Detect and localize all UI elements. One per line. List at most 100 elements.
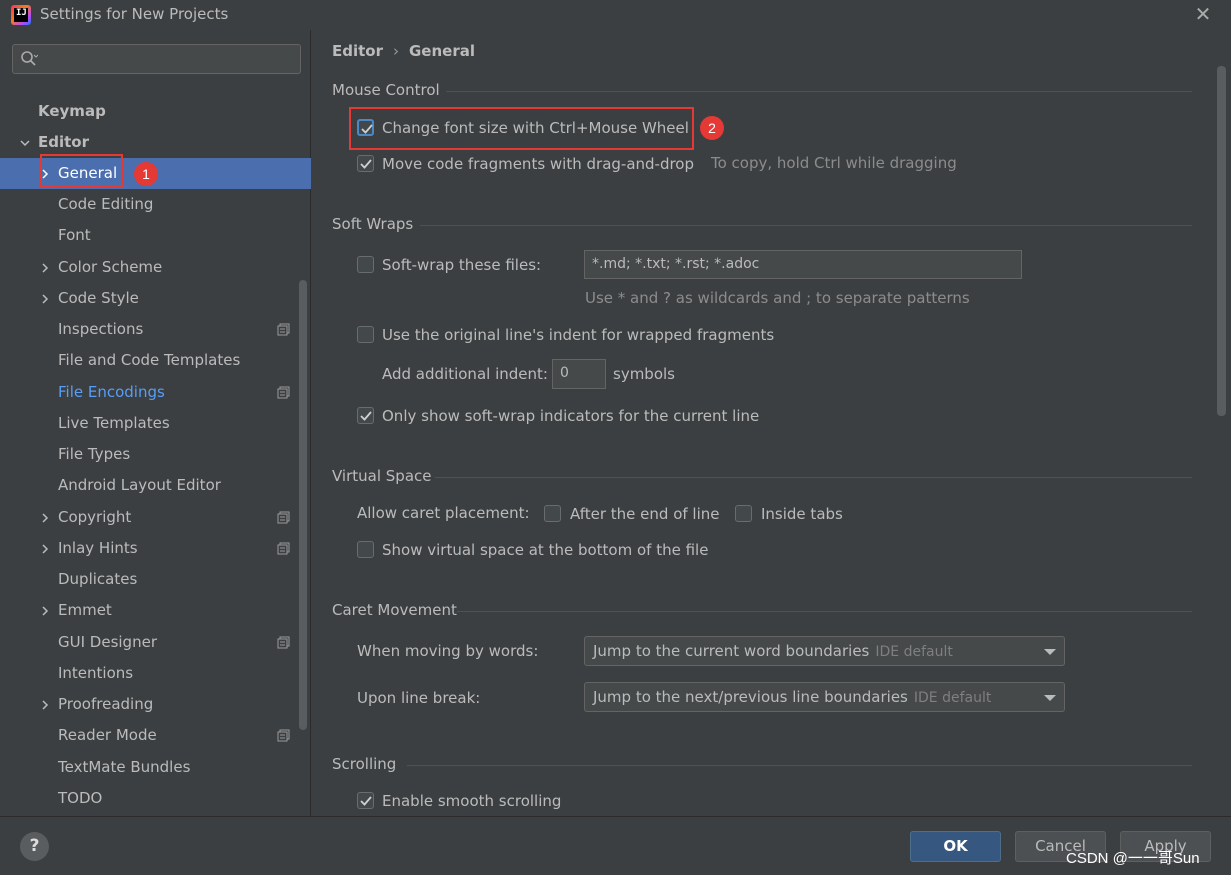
sidebar-item-inspections[interactable]: Inspections [0, 314, 311, 345]
move-code-fragments-checkbox[interactable] [357, 155, 374, 172]
chevron-right-icon[interactable] [39, 605, 51, 617]
inside-tabs-option[interactable]: Inside tabs [735, 502, 855, 526]
additional-indent-label: Add additional indent: [382, 365, 548, 383]
only-show-indicators-option[interactable]: Only show soft-wrap indicators for the c… [357, 404, 760, 428]
only-show-indicators-checkbox[interactable] [357, 407, 374, 424]
ok-button[interactable]: OK [910, 831, 1001, 862]
after-end-of-line-option[interactable]: After the end of line [544, 502, 724, 526]
sidebar-item-label: TextMate Bundles [58, 758, 191, 776]
inside-tabs-checkbox[interactable] [735, 505, 752, 522]
sidebar-item-gui-designer[interactable]: GUI Designer [0, 627, 311, 658]
chevron-right-icon[interactable] [39, 699, 51, 711]
move-code-fragments-option[interactable]: Move code fragments with drag-and-drop [357, 152, 697, 176]
project-scope-icon [277, 511, 290, 524]
caret-placement-label: Allow caret placement: [357, 504, 530, 522]
sidebar-item-label: Live Templates [58, 414, 170, 432]
csdn-watermark: CSDN @一一哥Sun [1066, 850, 1200, 867]
sidebar-item-inlay-hints[interactable]: Inlay Hints [0, 533, 311, 564]
section-divider [446, 91, 1192, 92]
sidebar-item-todo[interactable]: TODO [0, 783, 311, 814]
section-virtual-space: Virtual Space [332, 467, 432, 485]
project-scope-icon [277, 542, 290, 555]
section-mouse-control: Mouse Control [332, 81, 440, 99]
dialog-button-bar: ? OK Cancel Apply CSDN @一一哥Sun [0, 816, 1231, 875]
smooth-scrolling-label: Enable smooth scrolling [382, 792, 562, 810]
sidebar-item-live-templates[interactable]: Live Templates [0, 408, 311, 439]
smooth-scrolling-checkbox[interactable] [357, 792, 374, 809]
sidebar-item-emmet[interactable]: Emmet [0, 595, 311, 626]
chevron-right-icon[interactable] [39, 543, 51, 555]
help-button[interactable]: ? [20, 832, 49, 861]
show-virtual-space-option[interactable]: Show virtual space at the bottom of the … [357, 538, 717, 562]
sidebar-item-reader-mode[interactable]: Reader Mode [0, 720, 311, 751]
sidebar-item-label: Intentions [58, 664, 134, 682]
chevron-right-icon[interactable] [39, 512, 51, 524]
checkmark-icon [360, 411, 372, 421]
annotation-badge-1: 1 [134, 162, 158, 186]
sidebar-item-android-layout-editor[interactable]: Android Layout Editor [0, 470, 311, 501]
chevron-right-icon[interactable] [39, 262, 51, 274]
sidebar-item-keymap[interactable]: Keymap [0, 96, 311, 127]
sidebar-scrollbar[interactable] [299, 280, 307, 730]
additional-indent-field[interactable]: 0 [552, 359, 606, 389]
sidebar-item-color-scheme[interactable]: Color Scheme [0, 252, 311, 283]
show-virtual-space-checkbox[interactable] [357, 541, 374, 558]
sidebar-item-file-encodings[interactable]: File Encodings [0, 377, 311, 408]
original-indent-checkbox[interactable] [357, 326, 374, 343]
sidebar-item-label: Inspections [58, 320, 144, 338]
sidebar-item-label: Duplicates [58, 570, 138, 588]
settings-search[interactable] [12, 44, 301, 74]
sidebar-item-label: Emmet [58, 601, 112, 619]
moving-by-words-select[interactable]: Jump to the current word boundaries IDE d… [584, 636, 1065, 666]
breadcrumb-current: General [409, 42, 475, 60]
sidebar-item-textmate-bundles[interactable]: TextMate Bundles [0, 752, 311, 783]
chevron-right-icon[interactable] [39, 293, 51, 305]
window-title: Settings for New Projects [40, 5, 229, 23]
project-scope-icon [277, 729, 290, 742]
sidebar-item-file-code-templates[interactable]: File and Code Templates [0, 345, 311, 376]
section-scrolling: Scrolling [332, 755, 397, 773]
dropdown-arrow-icon [1044, 695, 1056, 701]
soft-wrap-patterns-field[interactable]: *.md; *.txt; *.rst; *.adoc [584, 250, 1022, 279]
annotation-badge-2: 2 [700, 116, 724, 140]
search-icon [21, 51, 38, 66]
after-end-of-line-checkbox[interactable] [544, 505, 561, 522]
sidebar-item-label: Reader Mode [58, 726, 157, 744]
soft-wrap-files-option[interactable]: Soft-wrap these files: [357, 253, 557, 277]
checkmark-icon [360, 159, 372, 169]
sidebar-item-font[interactable]: Font [0, 220, 311, 251]
line-break-select[interactable]: Jump to the next/previous line boundarie… [584, 682, 1065, 712]
move-code-hint: To copy, hold Ctrl while dragging [711, 154, 957, 172]
soft-wrap-files-checkbox[interactable] [357, 256, 374, 273]
section-divider [435, 477, 1192, 478]
content-scrollbar[interactable] [1217, 66, 1226, 416]
soft-wrap-patterns-hint: Use * and ? as wildcards and ; to separa… [585, 289, 970, 307]
sidebar-item-duplicates[interactable]: Duplicates [0, 564, 311, 595]
original-indent-option[interactable]: Use the original line's indent for wrapp… [357, 323, 777, 347]
sidebar-item-label: File and Code Templates [58, 351, 241, 369]
sidebar-item-proofreading[interactable]: Proofreading [0, 689, 311, 720]
chevron-down-icon[interactable] [19, 137, 31, 149]
original-indent-label: Use the original line's indent for wrapp… [382, 326, 775, 344]
settings-content: Editor › General Mouse Control Change font… [312, 30, 1231, 816]
moving-by-words-value: Jump to the current word boundaries [593, 642, 870, 660]
smooth-scrolling-option[interactable]: Enable smooth scrolling [357, 789, 617, 813]
ide-default-hint: IDE default [875, 644, 953, 660]
checkmark-icon [360, 796, 372, 806]
sidebar-item-intentions[interactable]: Intentions [0, 658, 311, 689]
only-show-indicators-label: Only show soft-wrap indicators for the c… [382, 407, 760, 425]
sidebar-item-code-editing[interactable]: Code Editing [0, 189, 311, 220]
search-input[interactable] [47, 48, 292, 70]
title-bar: IJ Settings for New Projects ✕ [0, 0, 1231, 30]
line-break-value: Jump to the next/previous line boundarie… [593, 688, 908, 706]
ide-default-hint: IDE default [913, 690, 992, 706]
breadcrumb-separator: › [393, 42, 399, 60]
sidebar-item-label: Copyright [58, 508, 132, 526]
sidebar-item-label: TODO [58, 789, 103, 807]
sidebar-item-copyright[interactable]: Copyright [0, 502, 311, 533]
sidebar-item-file-types[interactable]: File Types [0, 439, 311, 470]
project-scope-icon [277, 636, 290, 649]
breadcrumb-parent[interactable]: Editor [332, 42, 383, 60]
sidebar-item-code-style[interactable]: Code Style [0, 283, 311, 314]
close-icon[interactable]: ✕ [1193, 4, 1213, 24]
